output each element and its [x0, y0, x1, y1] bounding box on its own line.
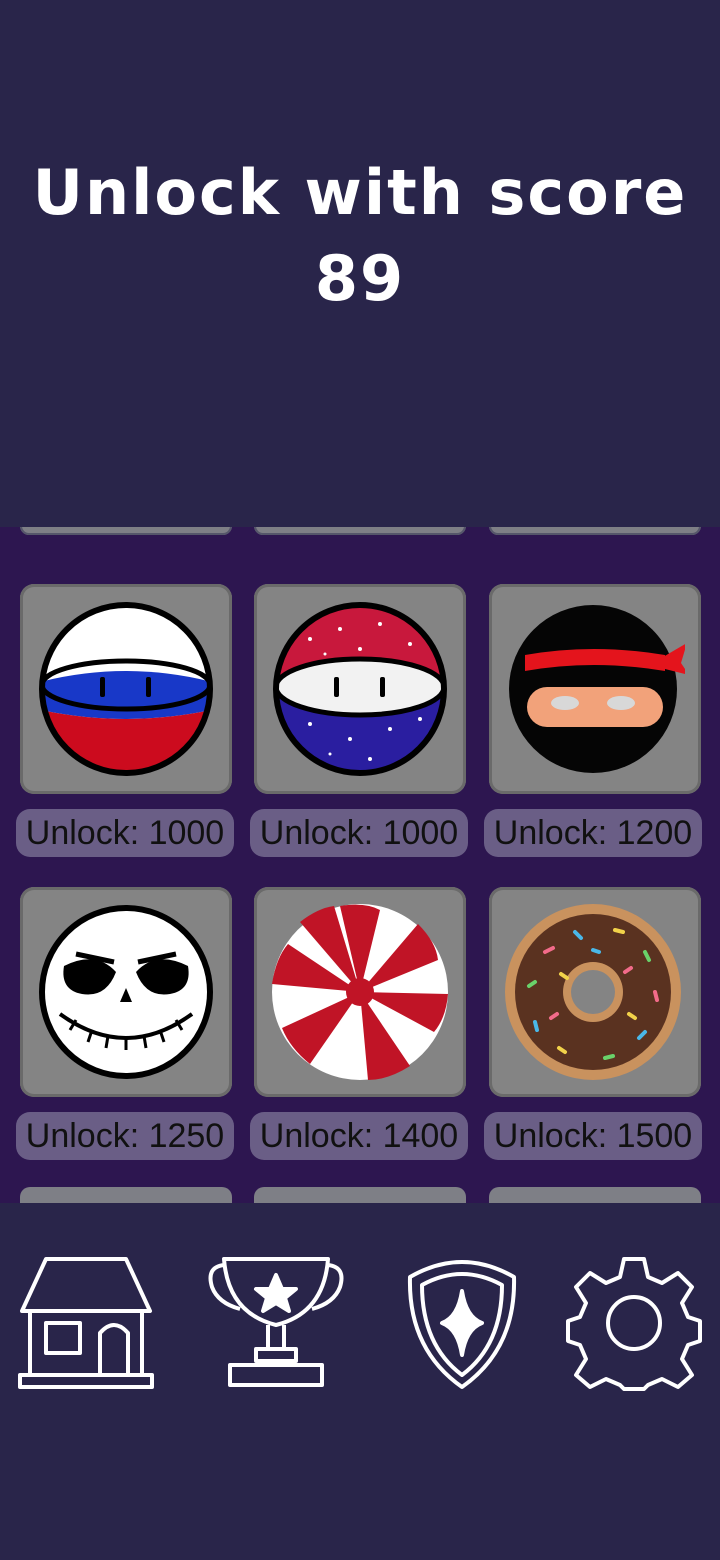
unlock-label: Unlock: 1500	[484, 1112, 702, 1160]
settings-button[interactable]	[564, 1253, 704, 1393]
score-message: Unlock with score 89	[0, 150, 720, 322]
skin-tile-usa[interactable]	[254, 584, 466, 794]
score-value: 89	[314, 242, 406, 315]
russia-ball-icon	[39, 602, 213, 776]
trophy-icon	[208, 1257, 344, 1387]
bottom-nav	[0, 1203, 720, 1560]
skin-tile-partial[interactable]	[20, 527, 232, 535]
skin-grid[interactable]: Unlock: 1000 Unlock: 1000 Unlock: 1200 U…	[0, 527, 720, 1203]
header: Unlock with score 89	[0, 0, 720, 527]
trophy-button[interactable]	[206, 1253, 346, 1393]
skin-tile-partial[interactable]	[20, 1187, 232, 1203]
skin-tile-partial[interactable]	[254, 1187, 466, 1203]
home-icon	[18, 1257, 154, 1389]
page-title: Unlock with score	[32, 156, 688, 229]
skin-tile-donut[interactable]	[489, 887, 701, 1097]
skin-tile-skull[interactable]	[20, 887, 232, 1097]
unlock-label: Unlock: 1200	[484, 809, 702, 857]
peppermint-ball-icon	[272, 904, 448, 1080]
skin-tile-partial[interactable]	[489, 1187, 701, 1203]
donut-ball-icon	[505, 904, 681, 1080]
unlock-label: Unlock: 1000	[250, 809, 468, 857]
skin-tile-partial[interactable]	[254, 527, 466, 535]
usa-ball-icon	[273, 602, 447, 776]
skull-ball-icon	[39, 905, 213, 1079]
ninja-ball-icon	[509, 605, 685, 773]
gear-icon	[566, 1257, 702, 1391]
skin-tile-peppermint[interactable]	[254, 887, 466, 1097]
unlock-label: Unlock: 1250	[16, 1112, 234, 1160]
skin-tile-russia[interactable]	[20, 584, 232, 794]
unlock-label: Unlock: 1400	[250, 1112, 468, 1160]
skin-tile-partial[interactable]	[489, 527, 701, 535]
unlock-label: Unlock: 1000	[16, 809, 234, 857]
shield-icon	[407, 1260, 517, 1389]
shield-button[interactable]	[392, 1253, 532, 1393]
skin-tile-ninja[interactable]	[489, 584, 701, 794]
home-button[interactable]	[16, 1253, 156, 1393]
